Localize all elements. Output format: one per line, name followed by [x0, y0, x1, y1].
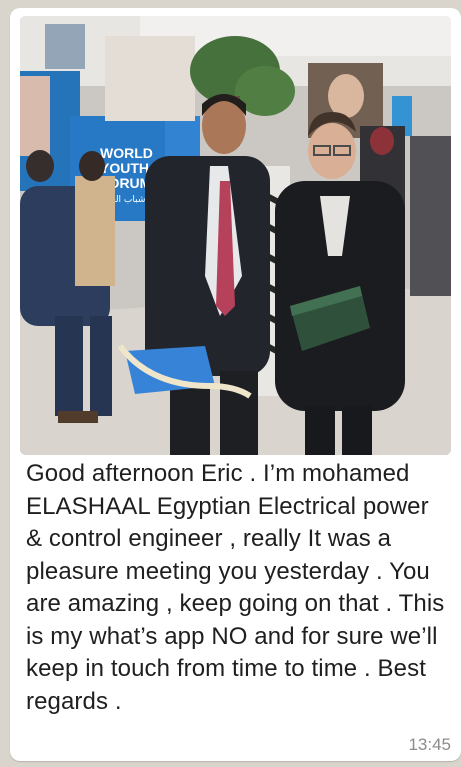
message-timestamp: 13:45 — [408, 735, 451, 754]
photo-scene: WORLD YOUTH FORUM منتدى شباب العالم — [20, 16, 451, 455]
message-bubble[interactable]: WORLD YOUTH FORUM منتدى شباب العالم Good… — [10, 8, 461, 761]
message-text: Good afternoon Eric . I’m mohamed ELASHA… — [26, 460, 445, 715]
message-photo[interactable]: WORLD YOUTH FORUM منتدى شباب العالم — [20, 16, 451, 455]
